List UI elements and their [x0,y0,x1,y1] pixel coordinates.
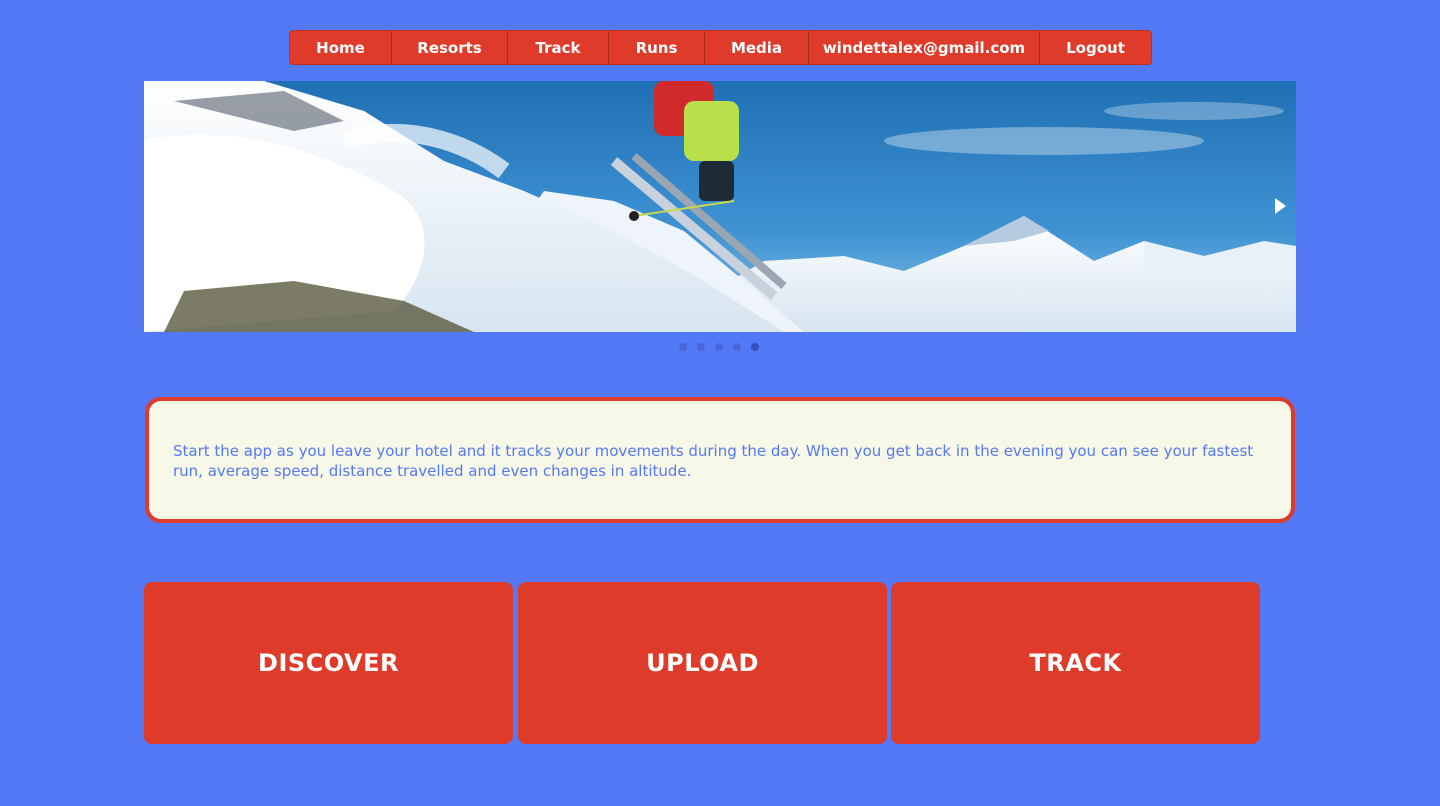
carousel-dot-active[interactable] [751,343,759,351]
nav-runs[interactable]: Runs [609,31,705,64]
app-description-box: Start the app as you leave your hotel an… [145,397,1295,523]
nav-logout[interactable]: Logout [1040,31,1151,64]
carousel-next-button[interactable] [1270,196,1290,216]
carousel-indicators [679,343,759,351]
track-button[interactable]: TRACK [891,582,1260,744]
carousel-dot[interactable] [733,343,741,351]
nav-track[interactable]: Track [508,31,609,64]
nav-resorts[interactable]: Resorts [392,31,508,64]
track-label: TRACK [1029,649,1122,677]
upload-label: UPLOAD [646,649,759,677]
discover-button[interactable]: DISCOVER [144,582,513,744]
hero-carousel [144,81,1296,332]
carousel-prev-button[interactable] [150,196,170,216]
nav-account-email[interactable]: windettalex@gmail.com [809,31,1040,64]
chevron-left-icon [154,198,165,214]
main-navigation: Home Resorts Track Runs Media windettale… [289,30,1152,65]
nav-home[interactable]: Home [290,31,392,64]
app-description-text: Start the app as you leave your hotel an… [173,442,1254,480]
discover-label: DISCOVER [258,649,399,677]
nav-media[interactable]: Media [705,31,809,64]
upload-button[interactable]: UPLOAD [518,582,887,744]
carousel-dot[interactable] [715,343,723,351]
hero-image-skier [144,81,1296,332]
carousel-dot[interactable] [697,343,705,351]
chevron-right-icon [1275,198,1286,214]
carousel-dot[interactable] [679,343,687,351]
